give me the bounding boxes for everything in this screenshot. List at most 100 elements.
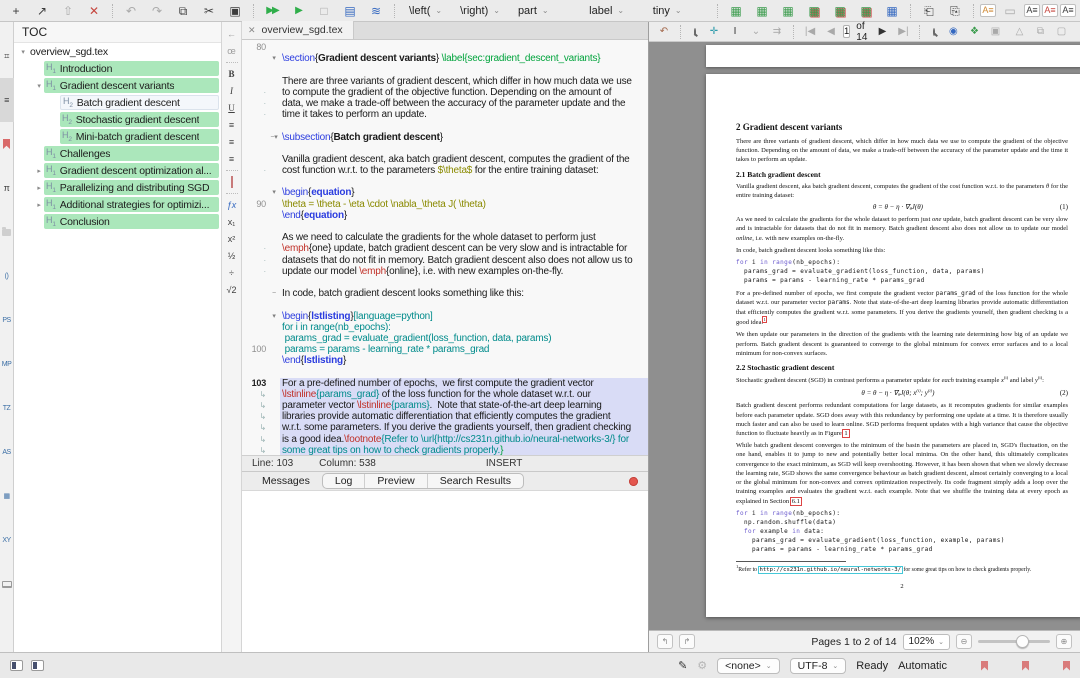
annotation-red-icon[interactable]: A≡ xyxy=(1042,4,1058,17)
annotation-list-icon[interactable]: A≡ xyxy=(1060,4,1076,17)
toc-item-stochastic-gradient-descent[interactable]: H2Stochastic gradient descent xyxy=(14,111,221,128)
toggle-bottom-panel-icon[interactable] xyxy=(31,660,44,671)
zoom-in-button[interactable]: ⊕ xyxy=(1056,634,1072,649)
fold-marker[interactable]: ▾ xyxy=(268,187,280,198)
back-icon[interactable]: ← xyxy=(227,28,236,40)
tool-options-chevron-icon[interactable]: ⌄ xyxy=(747,26,765,37)
convert-document-icon[interactable]: ⎘ xyxy=(943,1,967,21)
cut-icon[interactable]: ✂ xyxy=(197,1,221,21)
continuous-scroll-icon[interactable]: ⇉ xyxy=(768,26,786,37)
sectioning-combo[interactable]: part⌄ xyxy=(510,2,579,20)
zoom-level-combo[interactable]: 102% ⌄ xyxy=(903,634,950,650)
comment-bubble-icon[interactable]: ▭ xyxy=(998,1,1022,21)
editor-tab[interactable]: ✕ overview_sgd.tex xyxy=(242,21,354,39)
editor-code-area[interactable]: 80▾\section{Gradient descent variants} \… xyxy=(242,40,648,455)
close-output-panel-icon[interactable] xyxy=(629,477,638,486)
right-delimiter-combo[interactable]: \right)⌄ xyxy=(452,2,508,20)
underline-icon[interactable]: U xyxy=(228,102,235,114)
tree-chevron-icon[interactable]: ▾ xyxy=(34,82,44,90)
copy-icon[interactable]: ⧉ xyxy=(171,1,195,21)
fold-marker[interactable]: − xyxy=(268,288,280,299)
fold-marker[interactable]: −▾ xyxy=(268,132,280,143)
align-right-icon[interactable]: ≡ xyxy=(229,153,234,165)
toc-item-gradient-descent-optimization-al[interactable]: ▸H1Gradient descent optimization al... xyxy=(14,162,221,179)
label-combo[interactable]: label⌄ xyxy=(581,2,643,20)
toggle-left-panel-icon[interactable] xyxy=(10,660,23,671)
edit-mode-icon[interactable]: ✎ xyxy=(678,659,687,672)
superscript-icon[interactable]: x² xyxy=(228,233,236,245)
delete-table-row-icon[interactable]: ▦ xyxy=(802,1,826,21)
split-view-icon[interactable]: ⧉ xyxy=(1031,26,1049,37)
delete-table-column-icon[interactable]: ▦ xyxy=(828,1,852,21)
pstricks-icon[interactable]: PS xyxy=(0,298,14,342)
zoom-out-button[interactable]: ⊖ xyxy=(956,634,972,649)
view-log-icon[interactable]: ▤ xyxy=(338,1,362,21)
zoom-slider[interactable] xyxy=(978,640,1050,643)
tree-chevron-icon[interactable]: ▸ xyxy=(34,201,44,209)
insert-table-icon[interactable]: ▦ xyxy=(724,1,748,21)
beamer-icon[interactable]: ▦ xyxy=(0,474,14,518)
previous-page-icon[interactable]: ◀ xyxy=(822,26,840,37)
fontsize-combo[interactable]: tiny⌄ xyxy=(645,2,711,20)
toc-item-parallelizing-and-distributing-sgd[interactable]: ▸H1Parallelizing and distributing SGD xyxy=(14,179,221,196)
fold-marker[interactable]: ▾ xyxy=(268,53,280,64)
add-table-row-icon[interactable]: ▦ xyxy=(750,1,774,21)
left-delimiter-combo[interactable]: \left(⌄ xyxy=(401,2,450,20)
save-icon[interactable]: ⇧ xyxy=(56,1,80,21)
session-combo[interactable]: <none> ⌄ xyxy=(717,658,780,674)
math-symbols-icon[interactable]: π xyxy=(0,166,14,210)
subscript-icon[interactable]: x₁ xyxy=(228,216,236,228)
new-file-icon[interactable]: + xyxy=(4,1,28,21)
presentation-mode-icon[interactable]: △ xyxy=(1010,26,1028,37)
insert-image-icon[interactable] xyxy=(231,176,233,188)
asymptote-icon[interactable]: AS xyxy=(0,430,14,474)
todo-note-icon[interactable]: A≡ xyxy=(980,4,996,17)
paste-icon[interactable]: ▣ xyxy=(223,1,247,21)
pdf-view-area[interactable]: 2 Gradient descent variantsThere are thr… xyxy=(649,42,1080,630)
back-navigation-icon[interactable]: ↶ xyxy=(655,26,673,37)
output-tab-preview[interactable]: Preview xyxy=(364,474,426,488)
open-file-icon[interactable]: ↗ xyxy=(30,1,54,21)
output-tab-log[interactable]: Log xyxy=(323,474,365,488)
paste-table-icon[interactable]: ▦ xyxy=(776,1,800,21)
metapost-icon[interactable]: MP xyxy=(0,342,14,386)
last-page-icon[interactable]: ▶| xyxy=(894,26,912,37)
toc-item-additional-strategies-for-optimizi[interactable]: ▸H1Additional strategies for optimizi... xyxy=(14,196,221,213)
output-tab-search-results[interactable]: Search Results xyxy=(427,474,523,488)
math-mode-icon[interactable]: ƒx xyxy=(227,199,237,211)
tikz-icon[interactable]: TZ xyxy=(0,386,14,430)
redo-icon[interactable]: ↷ xyxy=(145,1,169,21)
toc-item-introduction[interactable]: H1Introduction xyxy=(14,60,221,77)
bookmark-icon[interactable] xyxy=(981,661,988,671)
terminal-icon[interactable] xyxy=(0,562,14,606)
magnifier-tool-icon[interactable] xyxy=(694,28,696,36)
stop-compile-icon[interactable]: □ xyxy=(312,1,336,21)
page-number-input[interactable]: 1 xyxy=(843,25,850,38)
build-and-view-icon[interactable]: ▶▶ xyxy=(260,1,284,21)
scroll-hand-tool-icon[interactable]: ✛ xyxy=(705,26,723,37)
zoom-tool-icon[interactable] xyxy=(933,28,935,36)
bold-icon[interactable]: B xyxy=(228,68,234,80)
bookmark-icon[interactable] xyxy=(1063,661,1070,671)
bookmark-icon[interactable] xyxy=(1022,661,1029,671)
back-view-button[interactable]: ↰ xyxy=(657,634,673,649)
ligatures-icon[interactable]: œ xyxy=(227,45,236,57)
fraction-icon[interactable]: ½ xyxy=(228,250,236,262)
tree-chevron-icon[interactable]: ▸ xyxy=(34,167,44,175)
xymatrix-icon[interactable]: XY xyxy=(0,518,14,562)
tree-chevron-icon[interactable]: ▾ xyxy=(18,48,28,56)
align-center-icon[interactable]: ≡ xyxy=(229,136,234,148)
export-document-icon[interactable]: ⎗ xyxy=(917,1,941,21)
cut-table-icon[interactable]: ▦ xyxy=(854,1,878,21)
fold-marker[interactable]: ▾ xyxy=(268,311,280,322)
encoding-combo[interactable]: UTF-8 ⌄ xyxy=(790,658,847,674)
files-icon[interactable] xyxy=(0,210,14,254)
settings-gear-icon[interactable]: ⚙ xyxy=(697,659,707,672)
output-tab-messages[interactable]: Messages xyxy=(250,474,322,488)
zoom-slider-knob[interactable] xyxy=(1016,635,1029,648)
line-numbers-icon[interactable]: ≡ xyxy=(0,78,14,122)
toc-item-batch-gradient-descent[interactable]: H2Batch gradient descent xyxy=(14,94,221,111)
highlight-sync-icon[interactable]: ❖ xyxy=(965,26,983,37)
format-table-icon[interactable]: ▦ xyxy=(880,1,904,21)
divide-icon[interactable]: ÷ xyxy=(229,267,234,279)
